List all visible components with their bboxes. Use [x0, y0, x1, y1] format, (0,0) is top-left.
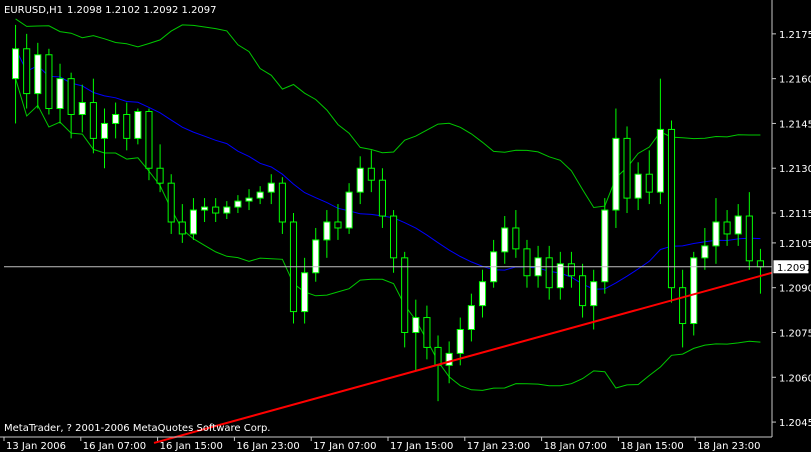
candle-body-up: [356, 167, 364, 193]
candle-body-up: [223, 206, 231, 214]
candle-body-up: [267, 182, 275, 193]
candle-body-down: [45, 54, 53, 110]
copyright-text: MetaTrader, ? 2001-2006 MetaQuotes Softw…: [4, 423, 270, 434]
candle-body-down: [745, 215, 753, 262]
candle-body-down: [67, 78, 75, 115]
price-tick-label: 1.2145: [779, 119, 811, 130]
price-tick-label: 1.2175: [779, 30, 811, 41]
candle-body-up: [712, 221, 720, 247]
candle-body-down: [623, 137, 631, 199]
candle-body-down: [23, 48, 31, 95]
candle-body-down: [212, 206, 220, 214]
candle-body-down: [278, 182, 286, 223]
candle: [667, 120, 676, 303]
candle-body-down: [645, 173, 653, 193]
time-tick-label: 18 Jan 23:00: [697, 441, 760, 452]
candle-body-down: [545, 257, 553, 289]
candle-body-up: [100, 122, 109, 139]
chart-header: EURUSD,H1 1.2098 1.2102 1.2092 1.2097: [4, 5, 217, 16]
current-price-label: 1.2097: [777, 263, 811, 274]
chart-background: [0, 0, 811, 452]
candle-body-down: [367, 167, 375, 181]
time-tick-label: 16 Jan 23:00: [236, 441, 299, 452]
candle-body-up: [345, 191, 353, 229]
candle-body-down: [423, 317, 431, 348]
candle-body-down: [579, 275, 587, 307]
candle-body-down: [756, 260, 764, 268]
candle-body-up: [656, 128, 664, 193]
price-tick-label: 1.2115: [779, 209, 811, 220]
time-tick-label: 18 Jan 15:00: [620, 441, 683, 452]
candle-body-down: [167, 182, 175, 223]
candle-body-up: [690, 257, 698, 325]
candle-body-down: [390, 215, 398, 259]
price-tick-label: 1.2045: [779, 418, 811, 429]
candle-body-down: [178, 221, 186, 235]
price-chart[interactable]: 1.2175 1.2160 1.2145 1.2130 1.2115 1.2105 1.20…: [0, 0, 811, 452]
candle-body-up: [612, 137, 620, 211]
candle-body-down: [156, 167, 164, 184]
candle-body-up: [734, 215, 742, 235]
price-tick-label: 1.2160: [779, 75, 811, 86]
candle-body-up: [56, 78, 64, 110]
candle-body-up: [478, 281, 487, 307]
time-tick-label: 16 Jan 15:00: [160, 441, 223, 452]
candle-body-up: [467, 305, 475, 330]
price-tick-label: 1.2105: [779, 239, 811, 250]
time-tick-label: 16 Jan 07:00: [83, 441, 146, 452]
time-tick-label: 17 Jan 23:00: [467, 441, 530, 452]
candle-body-up: [12, 48, 20, 80]
candle-body-up: [701, 245, 709, 259]
time-tick-label: 17 Jan 07:00: [313, 441, 376, 452]
candle-body-down: [434, 346, 442, 366]
candle-body-up: [256, 191, 264, 199]
candle-body-up: [412, 317, 420, 333]
time-tick-label: 13 Jan 2006: [6, 441, 66, 452]
candle-body-up: [78, 102, 86, 115]
candle-body-down: [523, 248, 531, 277]
symbol-label: EURUSD,H1: [4, 5, 63, 16]
candle-body-up: [445, 352, 453, 366]
price-tick-label: 1.2060: [779, 373, 811, 384]
candle-body-down: [567, 263, 575, 277]
price-tick-label: 1.2090: [779, 284, 811, 295]
candle-body-up: [590, 281, 598, 307]
candle-body-down: [723, 221, 731, 235]
candle-body-down: [334, 221, 342, 229]
candle-body-up: [301, 272, 309, 313]
candle-body-up: [601, 209, 609, 283]
candle: [601, 198, 609, 294]
candle-body-down: [89, 102, 97, 139]
time-tick-label: 18 Jan 07:00: [544, 441, 607, 452]
price-tick-label: 1.2075: [779, 328, 811, 339]
candle-body-down: [679, 287, 687, 325]
candle-body-up: [456, 328, 464, 354]
candle-body-down: [401, 257, 409, 333]
candle: [45, 48, 53, 115]
candle-body-up: [112, 113, 120, 124]
candle-body-up: [134, 111, 142, 139]
candle-body-up: [201, 206, 209, 211]
candle-body-down: [145, 111, 153, 169]
candle-body-up: [189, 209, 197, 235]
candle-body-down: [123, 113, 131, 139]
candle-body-up: [312, 239, 320, 274]
time-tick-label: 17 Jan 15:00: [390, 441, 453, 452]
candle: [289, 213, 298, 324]
price-tick-label: 1.2130: [779, 164, 811, 175]
candle-body-up: [34, 54, 42, 95]
candle-body-up: [556, 263, 564, 289]
candle-body-up: [501, 227, 509, 253]
candle-body-down: [667, 128, 676, 289]
candle-body-down: [378, 179, 386, 217]
candle-body-up: [234, 200, 242, 208]
ohlc-label: 1.2098 1.2102 1.2092 1.2097: [67, 5, 217, 16]
candle-body-up: [634, 173, 642, 199]
candle-body-up: [245, 197, 253, 202]
candle-body-down: [512, 227, 520, 250]
candle-body-up: [323, 221, 331, 241]
